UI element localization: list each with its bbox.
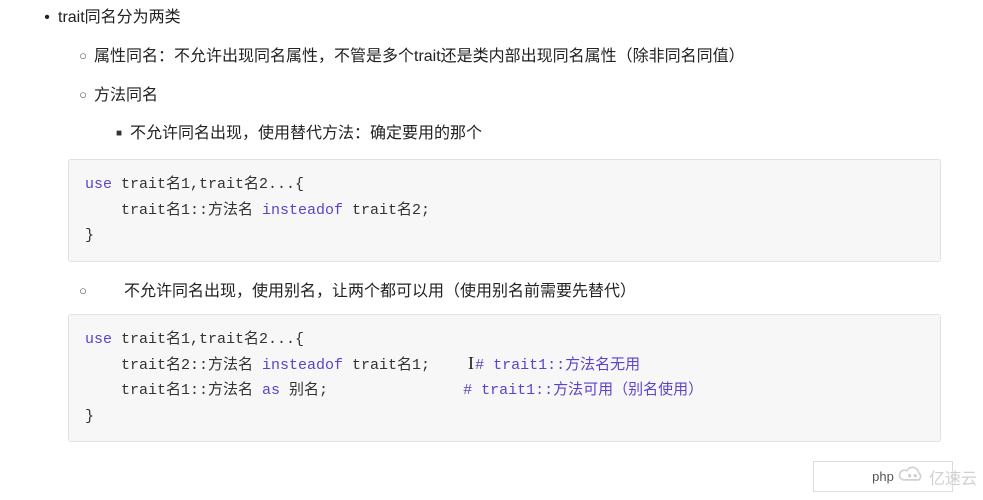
code-keyword: insteadof <box>262 357 343 374</box>
list-item: 属性同名：不允许出现同名属性，不管是多个trait还是类内部出现同名属性（除非同… <box>72 43 971 72</box>
code-comment: # trait1::方法名无用 <box>475 357 640 374</box>
code-text: trait名1::方法名 <box>85 202 262 219</box>
code-block-2: use trait名1,trait名2...{ trait名2::方法名 ins… <box>68 314 941 442</box>
list-item-text: 不允许同名出现，使用替代方法：确定要用的那个 <box>130 125 482 142</box>
mid-list: 不允许同名出现，使用别名，让两个都可以用（使用别名前需要先替代） <box>12 278 971 307</box>
cloud-icon <box>897 465 925 496</box>
list-item: 不允许同名出现，使用别名，让两个都可以用（使用别名前需要先替代） <box>72 278 971 307</box>
list-item-text: trait同名分为两类 <box>58 9 181 26</box>
code-text: 别名; <box>280 382 463 399</box>
code-text: trait名1,trait名2...{ <box>112 331 304 348</box>
code-text: trait名2; <box>343 202 430 219</box>
code-keyword: use <box>85 176 112 193</box>
watermark: 亿速云 <box>897 465 977 496</box>
list-item-text: 方法同名 <box>94 87 158 104</box>
code-text: trait名1::方法名 <box>85 382 262 399</box>
watermark-text: 亿速云 <box>929 466 977 495</box>
code-text: } <box>85 408 94 425</box>
code-keyword: use <box>85 331 112 348</box>
code-comment: # trait1::方法可用（别名使用） <box>463 382 703 399</box>
code-text: trait名1; <box>343 357 475 374</box>
code-text: } <box>85 227 94 244</box>
list-item-text: 不允许同名出现，使用别名，让两个都可以用（使用别名前需要先替代） <box>94 278 636 307</box>
list-item: 不允许同名出现，使用替代方法：确定要用的那个 <box>108 120 971 149</box>
outer-list: trait同名分为两类 属性同名：不允许出现同名属性，不管是多个trait还是类… <box>12 4 971 149</box>
document-content: trait同名分为两类 属性同名：不允许出现同名属性，不管是多个trait还是类… <box>0 0 983 442</box>
list-item-text: 属性同名：不允许出现同名属性，不管是多个trait还是类内部出现同名属性（除非同… <box>94 48 745 65</box>
language-tag-text: php <box>872 469 894 484</box>
code-text: trait名1,trait名2...{ <box>112 176 304 193</box>
code-keyword: as <box>262 382 280 399</box>
list-item: 方法同名 <box>72 82 971 111</box>
list-item: trait同名分为两类 <box>36 4 971 33</box>
code-block-1: use trait名1,trait名2...{ trait名1::方法名 ins… <box>68 159 941 262</box>
code-keyword: insteadof <box>262 202 343 219</box>
code-text: trait名2::方法名 <box>85 357 262 374</box>
